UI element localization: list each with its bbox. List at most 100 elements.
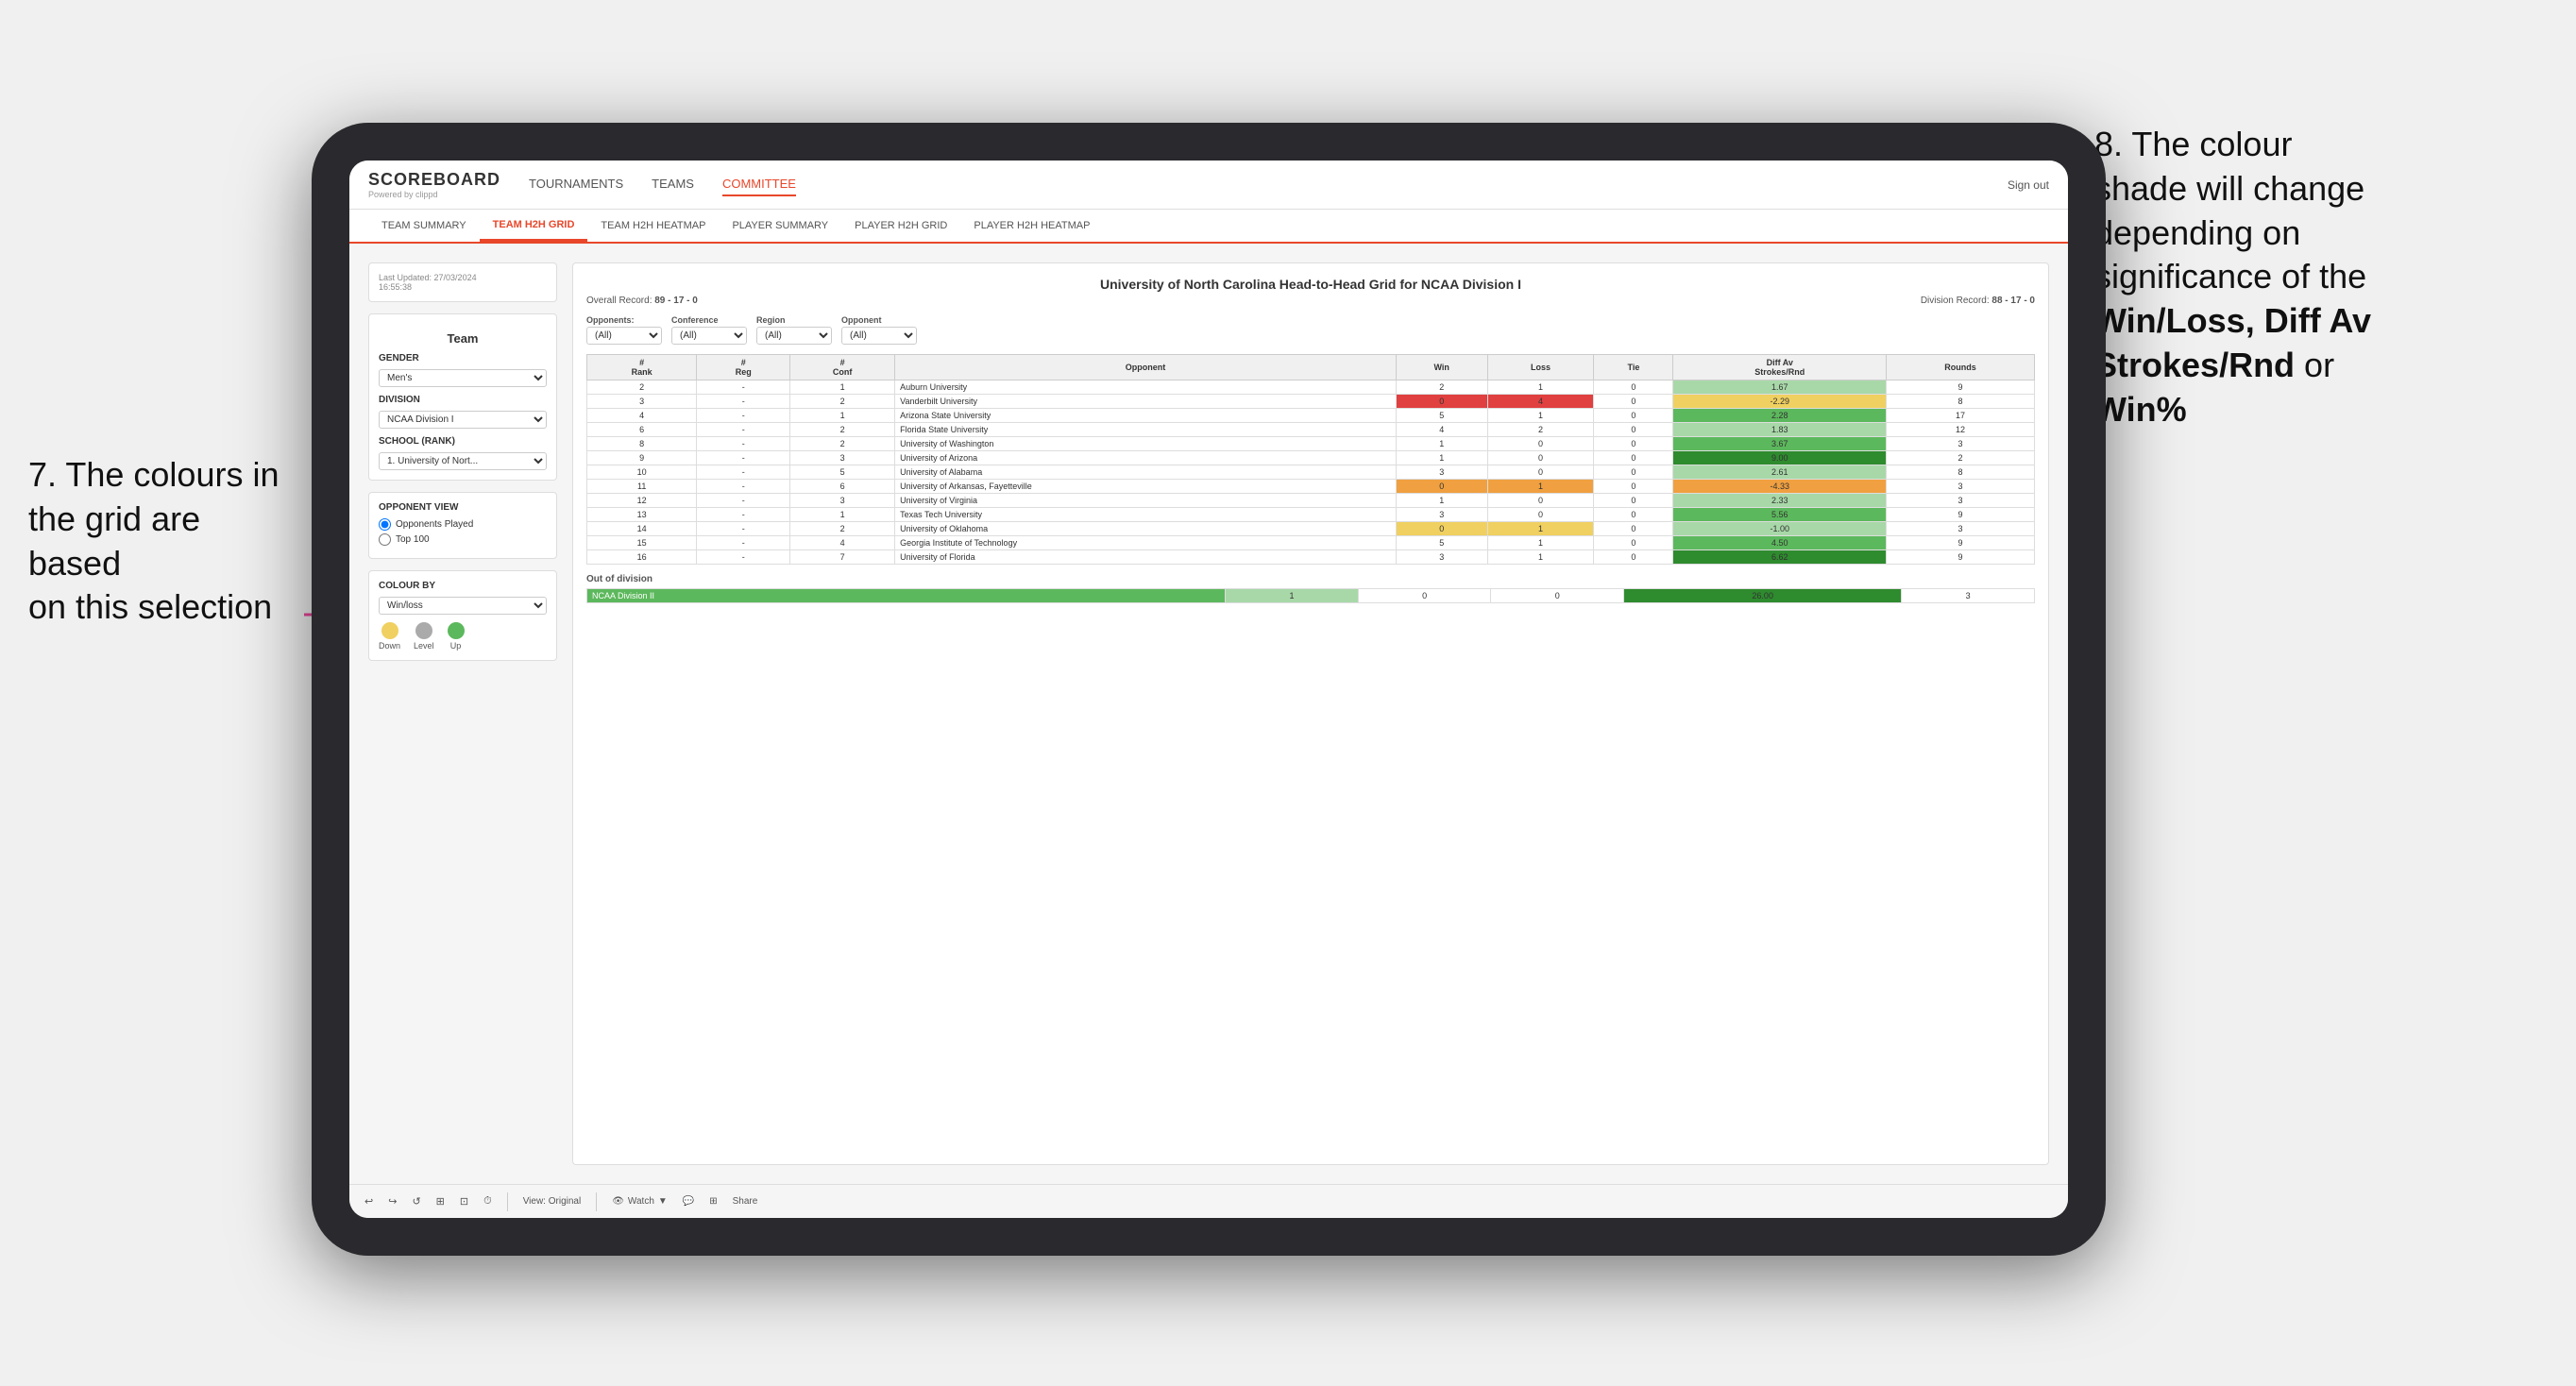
colour-by-label: Colour by xyxy=(379,581,547,591)
cell-rounds: 3 xyxy=(1887,437,2035,451)
tab-player-h2h-heatmap[interactable]: PLAYER H2H HEATMAP xyxy=(960,210,1103,242)
cell-conf: 6 xyxy=(790,480,895,494)
top-nav: SCOREBOARD Powered by clippd TOURNAMENTS… xyxy=(349,161,2068,210)
col-conf: #Conf xyxy=(790,355,895,380)
school-select[interactable]: 1. University of Nort... xyxy=(379,452,547,470)
cell-tie: 0 xyxy=(1594,465,1673,480)
cell-opponent: University of Washington xyxy=(895,437,1397,451)
cell-tie: 0 xyxy=(1594,536,1673,550)
toolbar-grid-btn[interactable]: ⊞ xyxy=(709,1196,717,1207)
sidebar-updated: Last Updated: 27/03/2024 16:55:38 xyxy=(368,262,557,302)
cell-tie: 0 xyxy=(1594,451,1673,465)
cell-opponent: University of Florida xyxy=(895,550,1397,565)
cell-loss: 4 xyxy=(1487,395,1594,409)
cell-rank: 9 xyxy=(587,451,697,465)
out-of-division-label: Out of division xyxy=(586,574,2035,584)
opponent-view-label: Opponent View xyxy=(379,502,547,513)
toolbar-redo[interactable]: ↪ xyxy=(388,1195,397,1208)
cell-loss: 1 xyxy=(1487,536,1594,550)
colour-legend: Down Level Up xyxy=(379,622,547,651)
cell-tie: 0 xyxy=(1594,494,1673,508)
cell-reg: - xyxy=(697,451,790,465)
cell-win: 3 xyxy=(1396,508,1487,522)
table-row: 15 - 4 Georgia Institute of Technology 5… xyxy=(587,536,2035,550)
cell-win: 3 xyxy=(1396,550,1487,565)
cell-opponent: Florida State University xyxy=(895,423,1397,437)
cell-diff: 1.83 xyxy=(1673,423,1887,437)
cell-rounds: 9 xyxy=(1887,536,2035,550)
radio-top-100[interactable]: Top 100 xyxy=(379,533,547,546)
cell-reg: - xyxy=(697,480,790,494)
tab-player-summary[interactable]: PLAYER SUMMARY xyxy=(719,210,841,242)
nav-links: TOURNAMENTS TEAMS COMMITTEE xyxy=(529,173,2008,196)
table-row: 14 - 2 University of Oklahoma 0 1 0 -1.0… xyxy=(587,522,2035,536)
opponents-select[interactable]: (All) xyxy=(586,327,662,345)
conference-select[interactable]: (All) xyxy=(671,327,747,345)
cell-tie: 0 xyxy=(1594,508,1673,522)
bottom-toolbar: ↩ ↪ ↺ ⊞ ⊡ ⏱ View: Original 👁 Watch ▼ 💬 ⊞… xyxy=(349,1184,2068,1218)
opponent-select[interactable]: (All) xyxy=(841,327,917,345)
toolbar-view-original[interactable]: View: Original xyxy=(523,1196,582,1207)
cell-diff: 2.33 xyxy=(1673,494,1887,508)
cell-rank: 2 xyxy=(587,380,697,395)
nav-teams[interactable]: TEAMS xyxy=(652,173,694,196)
cell-reg: - xyxy=(697,536,790,550)
cell-reg: - xyxy=(697,522,790,536)
toolbar-back[interactable]: ↺ xyxy=(412,1195,420,1208)
cell-opponent: University of Arkansas, Fayetteville xyxy=(895,480,1397,494)
toolbar-sep2 xyxy=(596,1192,597,1211)
cell-reg: - xyxy=(697,380,790,395)
tab-player-h2h-grid[interactable]: PLAYER H2H GRID xyxy=(841,210,960,242)
grid-area: University of North Carolina Head-to-Hea… xyxy=(572,262,2049,1165)
data-table: #Rank #Reg #Conf Opponent Win Loss Tie D… xyxy=(586,354,2035,565)
cell-conf: 1 xyxy=(790,409,895,423)
toolbar-clock[interactable]: ⏱ xyxy=(483,1195,492,1208)
toolbar-share[interactable]: Share xyxy=(733,1196,758,1207)
cell-tie: 0 xyxy=(1594,437,1673,451)
cell-loss: 1 xyxy=(1487,480,1594,494)
toolbar-watch[interactable]: 👁 Watch ▼ xyxy=(612,1196,668,1207)
cell-opponent: University of Alabama xyxy=(895,465,1397,480)
toolbar-fwd[interactable]: ⊞ xyxy=(436,1195,445,1208)
cell-rank: 4 xyxy=(587,409,697,423)
grid-title: University of North Carolina Head-to-Hea… xyxy=(586,277,2035,292)
legend-down-label: Down xyxy=(379,641,400,651)
colour-by-select[interactable]: Win/loss xyxy=(379,597,547,615)
toolbar-copy[interactable]: ⊡ xyxy=(460,1195,468,1208)
tab-team-summary[interactable]: TEAM SUMMARY xyxy=(368,210,480,242)
cell-opponent: University of Oklahoma xyxy=(895,522,1397,536)
opponent-label: Opponent xyxy=(841,315,917,325)
cell-opponent: University of Virginia xyxy=(895,494,1397,508)
cell-tie: 0 xyxy=(1594,409,1673,423)
cell-rounds: 8 xyxy=(1887,395,2035,409)
toolbar-undo[interactable]: ↩ xyxy=(364,1195,373,1208)
tab-team-h2h-heatmap[interactable]: TEAM H2H HEATMAP xyxy=(587,210,719,242)
radio-opponents-played[interactable]: Opponents Played xyxy=(379,518,547,531)
toolbar-sep xyxy=(507,1192,508,1211)
opponents-label: Opponents: xyxy=(586,315,662,325)
cell-diff: 5.56 xyxy=(1673,508,1887,522)
table-row: 12 - 3 University of Virginia 1 0 0 2.33… xyxy=(587,494,2035,508)
cell-conf: 2 xyxy=(790,423,895,437)
region-select[interactable]: (All) xyxy=(756,327,832,345)
cell-diff: 1.67 xyxy=(1673,380,1887,395)
cell-rank: 10 xyxy=(587,465,697,480)
cell-loss: 1 xyxy=(1487,522,1594,536)
gender-select[interactable]: Men's xyxy=(379,369,547,387)
division-label: Division xyxy=(379,395,547,405)
tab-team-h2h-grid[interactable]: TEAM H2H GRID xyxy=(480,210,588,242)
cell-win: 1 xyxy=(1396,494,1487,508)
nav-tournaments[interactable]: TOURNAMENTS xyxy=(529,173,623,196)
sign-out-link[interactable]: Sign out xyxy=(2008,178,2049,192)
division-select[interactable]: NCAA Division I xyxy=(379,411,547,429)
nav-committee[interactable]: COMMITTEE xyxy=(722,173,796,196)
toolbar-comment[interactable]: 💬 xyxy=(683,1196,694,1207)
cell-tie: 0 xyxy=(1594,550,1673,565)
cell-rank: 15 xyxy=(587,536,697,550)
table-header-row: #Rank #Reg #Conf Opponent Win Loss Tie D… xyxy=(587,355,2035,380)
cell-rounds: 3 xyxy=(1887,494,2035,508)
main-content: Last Updated: 27/03/2024 16:55:38 Team G… xyxy=(349,244,2068,1184)
cell-win: 2 xyxy=(1396,380,1487,395)
cell-conf: 2 xyxy=(790,522,895,536)
cell-conf: 3 xyxy=(790,451,895,465)
